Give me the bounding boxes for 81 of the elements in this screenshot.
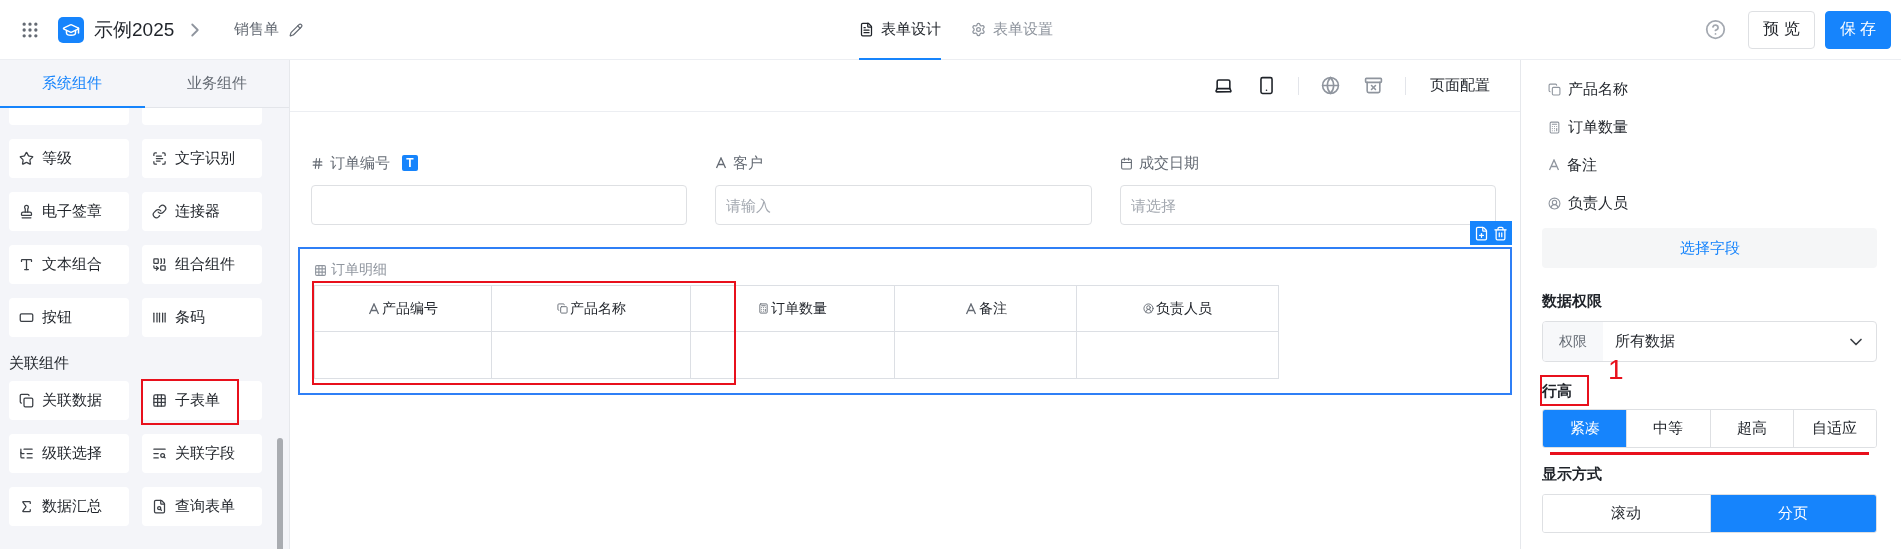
- component-item[interactable]: 条码: [142, 298, 262, 337]
- subtable-frame[interactable]: 订单明细 产品编号 产品名称 订单数量 备注 负责人员: [298, 247, 1512, 395]
- user-icon: [1143, 303, 1154, 314]
- row-height-option[interactable]: 紧凑: [1543, 410, 1627, 447]
- file-search-icon: [152, 499, 167, 514]
- app-name: 示例2025: [94, 17, 175, 42]
- table-icon: [152, 393, 167, 408]
- text-type-icon: [715, 157, 728, 169]
- component-item[interactable]: 关联字段: [142, 434, 262, 473]
- component-item[interactable]: 关联数据: [9, 381, 129, 420]
- tree-list-icon: [19, 446, 34, 461]
- header-tab[interactable]: 表单设计: [858, 0, 941, 60]
- field-item: 备注: [1542, 146, 1877, 184]
- section-title: 数据权限: [1542, 292, 1602, 311]
- phone-icon[interactable]: [1257, 76, 1276, 95]
- laptop-icon[interactable]: [1214, 76, 1233, 95]
- component-item[interactable]: 等级: [9, 139, 129, 178]
- component-item[interactable]: 按钮: [9, 298, 129, 337]
- input-field[interactable]: 请选择: [1119, 185, 1496, 225]
- component-item[interactable]: 数据汇总: [9, 487, 129, 526]
- component-item[interactable]: 级联选择: [9, 434, 129, 473]
- document-icon: [858, 22, 874, 37]
- button-shape-icon: [19, 310, 34, 325]
- field-label: 成交日期: [1138, 153, 1199, 173]
- app-logo: [58, 16, 84, 43]
- field-item: 产品名称: [1542, 70, 1877, 108]
- calendar-icon: [1119, 156, 1133, 170]
- column-header: 负责人员: [1077, 286, 1279, 332]
- display-mode-option[interactable]: 分页: [1709, 495, 1876, 532]
- page-name: 销售单: [234, 20, 280, 39]
- component-item[interactable]: 组合组件: [142, 245, 262, 284]
- barcode-icon: [152, 310, 167, 325]
- input-field[interactable]: 请输入: [715, 185, 1092, 225]
- linked-squares-icon: [19, 393, 34, 408]
- archive-x-icon[interactable]: [1364, 76, 1383, 95]
- section-title: 行高: [1542, 382, 1572, 401]
- save-button[interactable]: 保 存: [1824, 10, 1891, 49]
- field-item: 负责人员: [1542, 184, 1877, 222]
- text-box-icon: [19, 257, 34, 272]
- column-header: 产品名称: [492, 286, 691, 332]
- text-type-icon: [964, 302, 977, 315]
- preview-button[interactable]: 预 览: [1748, 10, 1815, 49]
- hash-icon: [311, 156, 324, 170]
- text-type-icon: [368, 302, 380, 315]
- page-config-link[interactable]: 页面配置: [1430, 76, 1490, 95]
- linked-squares-icon: [1548, 82, 1561, 96]
- user-icon: [1548, 196, 1561, 210]
- field-item: 订单数量: [1542, 108, 1877, 146]
- input-field[interactable]: [311, 185, 688, 225]
- field-badge: T: [402, 155, 418, 171]
- column-header: 产品编号: [315, 286, 492, 332]
- component-item[interactable]: 查询表单: [142, 487, 262, 526]
- subtable-title: 订单明细: [331, 261, 387, 279]
- stamp-icon: [19, 204, 34, 219]
- component-item[interactable]: 连接器: [142, 192, 262, 231]
- settings-icon: [970, 22, 986, 37]
- combine-icon: [152, 257, 167, 272]
- text-type-icon: [1548, 159, 1560, 171]
- edit-icon[interactable]: [289, 22, 304, 37]
- field-label: 客户: [733, 153, 764, 173]
- section-title: 关联组件: [9, 353, 70, 373]
- scan-text-icon: [152, 151, 167, 166]
- table-icon: [314, 263, 327, 277]
- globe-icon[interactable]: [1321, 76, 1340, 95]
- component-item[interactable]: 文本组合: [9, 245, 129, 284]
- link-icon: [152, 204, 167, 219]
- component-item[interactable]: 电子签章: [9, 192, 129, 231]
- component-item[interactable]: 文字识别: [142, 139, 262, 178]
- sidebar-tab[interactable]: 业务组件: [144, 60, 289, 108]
- sigma-icon: [19, 499, 34, 514]
- trash-icon[interactable]: [1493, 225, 1508, 241]
- text-search-icon: [152, 446, 167, 461]
- column-header: 备注: [895, 286, 1077, 332]
- help-icon[interactable]: [1705, 19, 1727, 40]
- star-icon: [19, 151, 34, 166]
- copy-file-icon[interactable]: [1474, 225, 1489, 241]
- section-title: 显示方式: [1542, 465, 1602, 484]
- linked-squares-icon: [556, 303, 568, 314]
- field-label: 订单编号: [330, 153, 390, 173]
- row-height-option[interactable]: 自适应: [1792, 410, 1876, 447]
- column-header: 订单数量: [691, 286, 895, 332]
